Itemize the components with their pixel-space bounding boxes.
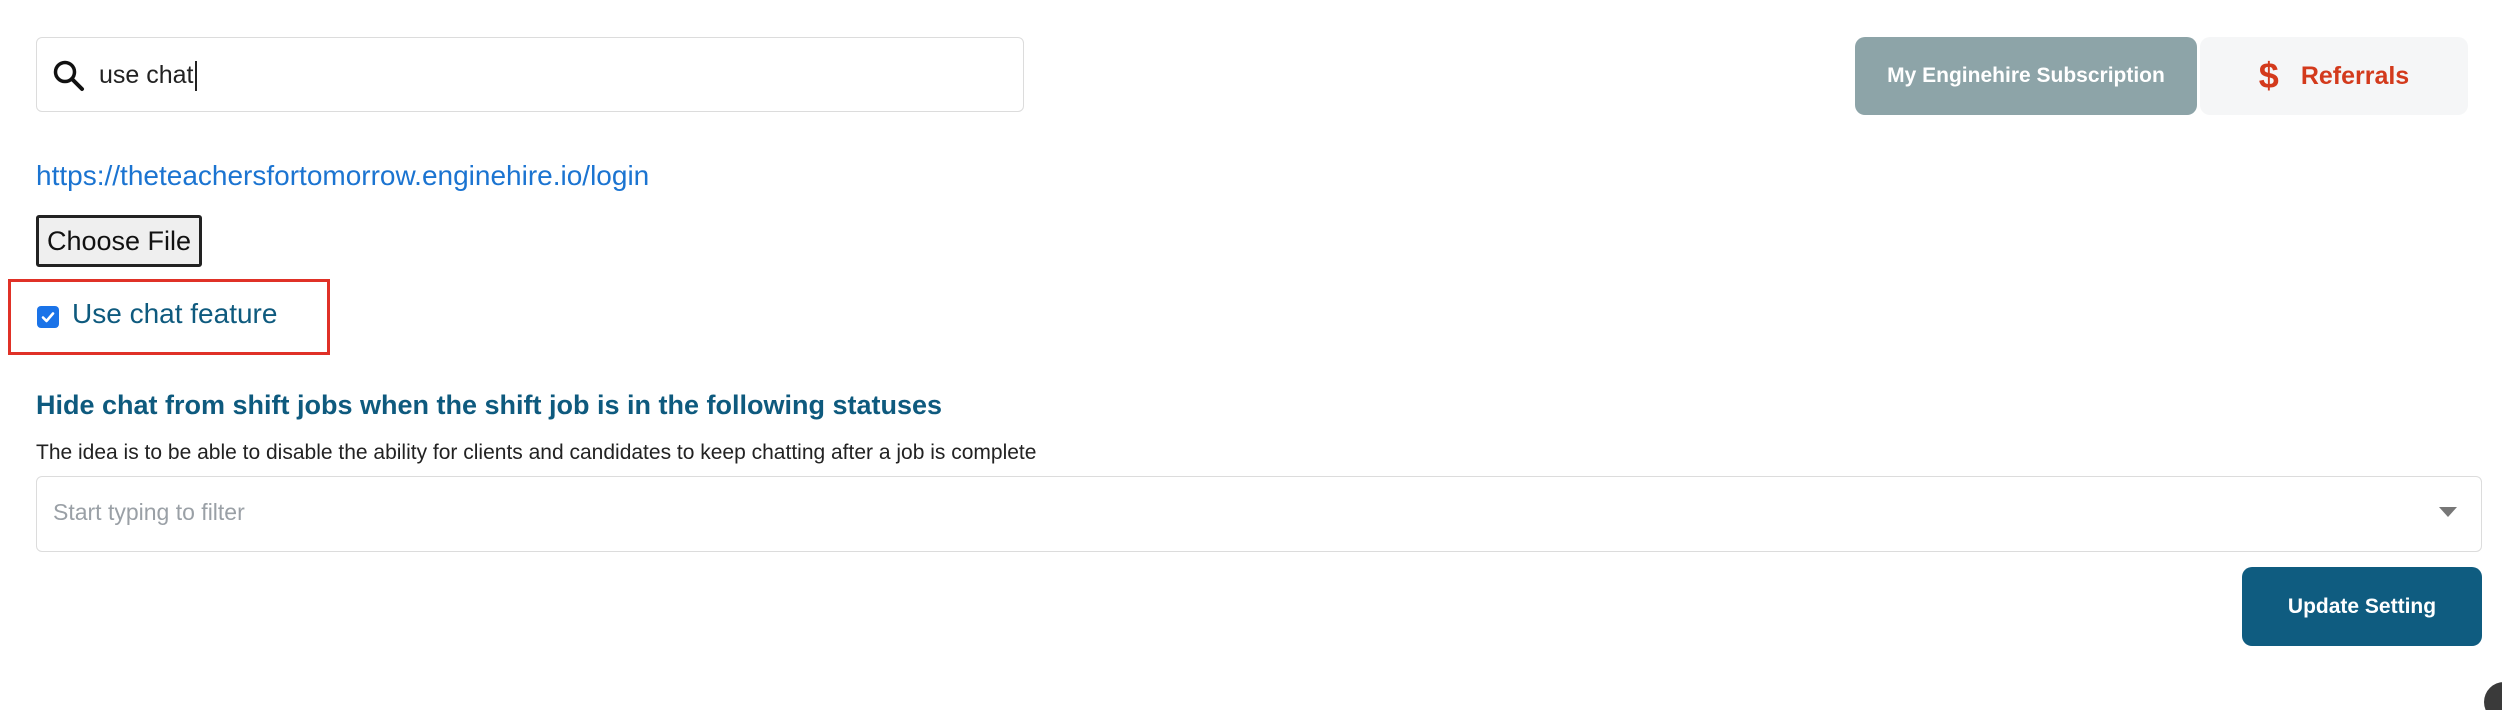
update-setting-button[interactable]: Update Setting [2242,567,2482,646]
dollar-icon: $ [2258,55,2279,96]
chevron-down-icon[interactable] [2439,507,2457,517]
search-icon [53,60,84,91]
login-url-link[interactable]: https://theteachersfortomorrow.enginehir… [36,160,649,192]
referrals-label: Referrals [2300,61,2410,90]
check-icon [41,312,55,323]
settings-page: use chat My Enginehire Subscription $ Re… [0,0,2502,710]
subscription-button[interactable]: My Enginehire Subscription [1855,37,2197,115]
use-chat-checkbox[interactable] [37,306,59,328]
chat-widget-bubble[interactable] [2484,682,2502,710]
search-value: use chat [99,58,197,92]
choose-file-button[interactable]: Choose File [36,215,202,267]
text-caret [194,61,197,92]
filter-placeholder: Start typing to filter [53,499,245,525]
use-chat-label[interactable]: Use chat feature [72,298,277,330]
search-input[interactable]: use chat [36,37,1024,112]
status-filter-select[interactable]: Start typing to filter [36,476,2482,552]
hide-chat-description: The idea is to be able to disable the ab… [36,441,1037,464]
hide-chat-title: Hide chat from shift jobs when the shift… [36,390,943,420]
referrals-button[interactable]: $ Referrals [2200,37,2468,115]
